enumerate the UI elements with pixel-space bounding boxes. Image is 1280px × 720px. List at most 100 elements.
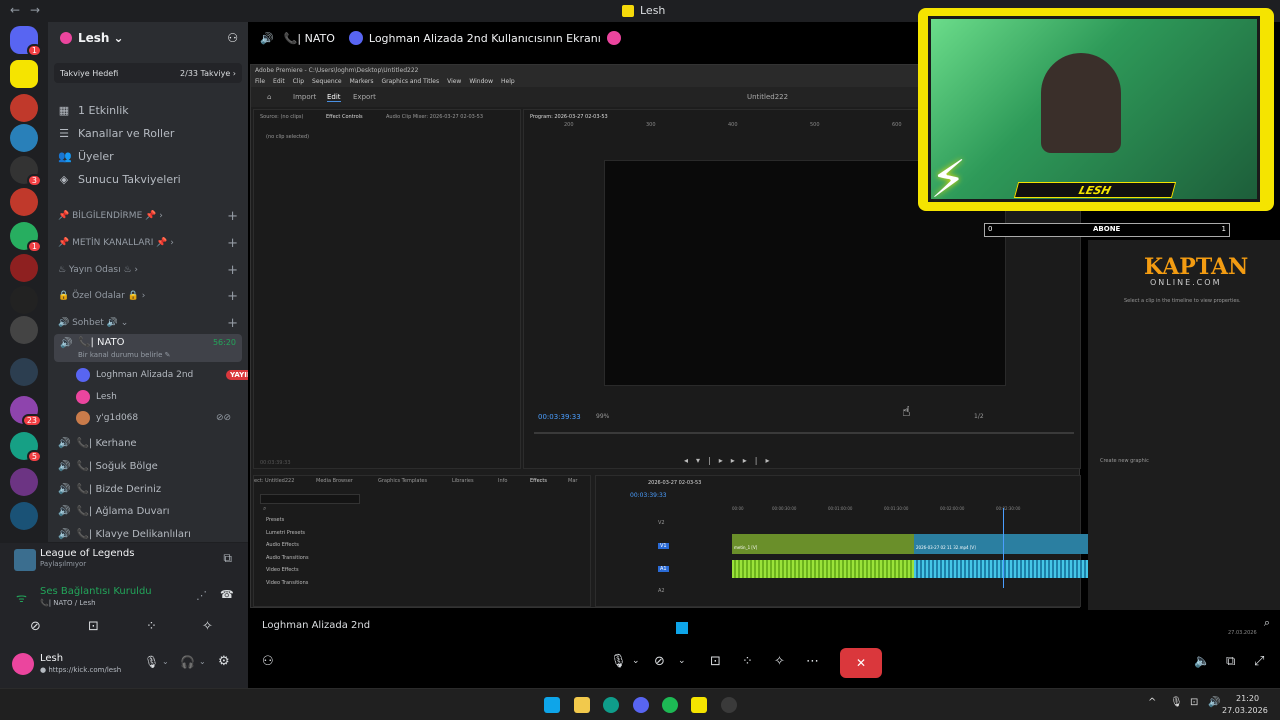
- zoom-icon[interactable]: ⌕: [1264, 616, 1270, 630]
- chevron-down-icon[interactable]: ⌄: [162, 657, 169, 666]
- user-avatar[interactable]: [12, 653, 34, 675]
- server-folder-icon[interactable]: 23: [10, 396, 42, 427]
- menu-events[interactable]: ▦ 1 Etkinlik: [58, 104, 129, 117]
- markers-tab[interactable]: Mar: [568, 478, 577, 484]
- server-icon[interactable]: 3: [10, 156, 42, 187]
- tab-export[interactable]: Export: [353, 93, 376, 101]
- effect-controls-tab[interactable]: Effect Controls: [326, 114, 363, 120]
- server-icon[interactable]: [10, 286, 38, 314]
- server-icon[interactable]: [10, 94, 38, 122]
- voice-channel[interactable]: 🔊 📞| Soğuk Bölge: [58, 461, 158, 472]
- headphones-icon[interactable]: 🎧: [180, 655, 195, 669]
- menu-graphics[interactable]: Graphics and Titles: [382, 78, 440, 85]
- category-text[interactable]: 📌 METİN KANALLARI 📌 › +: [58, 236, 238, 251]
- add-channel-icon[interactable]: +: [227, 236, 238, 251]
- home-icon[interactable]: ⌂: [267, 93, 271, 101]
- menu-file[interactable]: File: [255, 78, 265, 85]
- microphone-icon[interactable]: 🎙: [144, 655, 159, 669]
- resolution-select[interactable]: 1/2: [974, 413, 984, 420]
- chevron-down-icon[interactable]: ⌄: [678, 656, 686, 666]
- boost-goal[interactable]: Takviye Hedefi 2/33 Takviye ›: [54, 63, 242, 83]
- popout-icon[interactable]: ⧉: [1226, 654, 1235, 669]
- more-icon[interactable]: ⋯: [806, 654, 819, 669]
- menu-channels-roles[interactable]: ☰ Kanallar ve Roller: [58, 127, 174, 140]
- back-arrow-icon[interactable]: ←: [10, 3, 20, 17]
- server-icon[interactable]: [10, 468, 38, 496]
- windows-start-icon[interactable]: [544, 697, 560, 713]
- transport-controls[interactable]: ◂▾|▸▸▸|▸: [684, 456, 777, 465]
- spotify-icon[interactable]: [662, 697, 678, 713]
- category-private[interactable]: 🔒 Özel Odalar 🔒 › +: [58, 289, 238, 304]
- clock-date[interactable]: 27.03.2026: [1222, 706, 1268, 715]
- server-icon[interactable]: [10, 124, 38, 152]
- disconnect-icon[interactable]: ☎: [220, 588, 234, 601]
- category-info[interactable]: 📌 BİLGİLENDİRME 📌 › +: [58, 209, 238, 224]
- server-icon[interactable]: [10, 188, 38, 216]
- server-icon[interactable]: 1: [10, 222, 42, 253]
- gear-icon[interactable]: ⚙: [218, 654, 230, 669]
- screen-share-icon[interactable]: ⊡: [88, 619, 99, 634]
- volume-icon[interactable]: 🔈: [1194, 654, 1210, 669]
- signal-icon[interactable]: ᯤ: [16, 589, 27, 606]
- effects-folder[interactable]: Audio Effects: [266, 539, 309, 552]
- menu-server-boosts[interactable]: ◈ Sunucu Takviyeleri: [58, 173, 181, 186]
- video-clip[interactable]: metin_1 [V]: [732, 534, 914, 554]
- playhead-timecode[interactable]: 00:03:39:33: [538, 413, 581, 421]
- effects-tab[interactable]: Effects: [530, 478, 547, 484]
- source-tab[interactable]: Source: (no clips): [260, 114, 303, 120]
- invite-icon[interactable]: ⚇: [262, 654, 274, 669]
- menu-sequence[interactable]: Sequence: [312, 78, 342, 85]
- discord-taskbar-icon[interactable]: [633, 697, 649, 713]
- app-taskbar-icon[interactable]: [721, 697, 737, 713]
- effects-folder[interactable]: Presets: [266, 514, 309, 527]
- graphics-templates-tab[interactable]: Graphics Templates: [378, 478, 427, 484]
- audio-clip[interactable]: [732, 560, 914, 578]
- network-icon[interactable]: ⊡: [1190, 697, 1198, 708]
- member-row[interactable]: Loghman Alizada 2nd YAYINDA: [76, 368, 268, 382]
- add-channel-icon[interactable]: +: [227, 289, 238, 304]
- server-lesh-icon[interactable]: [10, 60, 38, 88]
- timeline-playhead[interactable]: [1003, 508, 1004, 588]
- effects-search-input[interactable]: ⌕: [260, 494, 360, 512]
- libraries-tab[interactable]: Libraries: [452, 478, 474, 484]
- camera-off-icon[interactable]: ⊘: [654, 654, 665, 669]
- scrub-bar[interactable]: [534, 432, 1074, 434]
- member-row[interactable]: y'g1d068 ⊘⊘: [76, 411, 231, 425]
- effects-folder[interactable]: Audio Transitions: [266, 552, 309, 565]
- tab-import[interactable]: Import: [293, 93, 316, 101]
- activities-icon[interactable]: ⁘: [742, 654, 753, 669]
- chevron-down-icon[interactable]: ⌄: [199, 657, 206, 666]
- menu-window[interactable]: Window: [469, 78, 493, 85]
- zoom-select[interactable]: 99%: [596, 413, 609, 420]
- stage-channel-name[interactable]: 📞| NATO: [284, 32, 335, 45]
- menu-edit[interactable]: Edit: [273, 78, 285, 85]
- activities-icon[interactable]: ⁘: [146, 619, 157, 634]
- fullscreen-icon[interactable]: ⤢: [1254, 654, 1264, 669]
- voice-channel[interactable]: 🔊 📞| Klavye Delikanlıları: [58, 529, 191, 540]
- add-channel-icon[interactable]: +: [227, 209, 238, 224]
- tray-chevron-icon[interactable]: ^: [1148, 697, 1156, 708]
- server-folder-icon[interactable]: 5: [10, 432, 42, 463]
- app-taskbar-icon[interactable]: [691, 697, 707, 713]
- stream-game-icon[interactable]: ⧉: [223, 551, 232, 566]
- menu-members[interactable]: 👥 Üyeler: [58, 150, 114, 163]
- leave-call-button[interactable]: ✕: [840, 648, 882, 678]
- effects-folder[interactable]: Lumetri Presets: [266, 527, 309, 540]
- soundboard-icon[interactable]: ✧: [202, 619, 213, 634]
- server-icon[interactable]: [10, 502, 38, 530]
- clock-time[interactable]: 21:20: [1236, 694, 1259, 703]
- timeline-timecode[interactable]: 00:03:39:33: [630, 492, 667, 499]
- forward-arrow-icon[interactable]: →: [30, 3, 40, 17]
- server-icon[interactable]: [10, 254, 38, 282]
- time-ruler[interactable]: 00:00 00:00:30:00 00:01:00:00 00:01:30:0…: [732, 506, 1082, 514]
- camera-off-icon[interactable]: ⊘: [30, 619, 41, 634]
- category-chat[interactable]: 🔊 Sohbet 🔊 ⌄ +: [58, 316, 238, 331]
- member-row[interactable]: Lesh: [76, 390, 117, 404]
- project-tab[interactable]: ect: Untitled222: [254, 478, 294, 484]
- microphone-icon[interactable]: 🎙: [610, 654, 627, 669]
- category-stream[interactable]: ♨ Yayın Odası ♨ › +: [58, 263, 238, 278]
- server-header[interactable]: Lesh ⌄ ⚇: [48, 22, 248, 54]
- menu-clip[interactable]: Clip: [293, 78, 304, 85]
- connection-status[interactable]: Ses Bağlantısı Kuruldu: [40, 586, 152, 597]
- volume-icon[interactable]: 🔊: [1208, 697, 1220, 708]
